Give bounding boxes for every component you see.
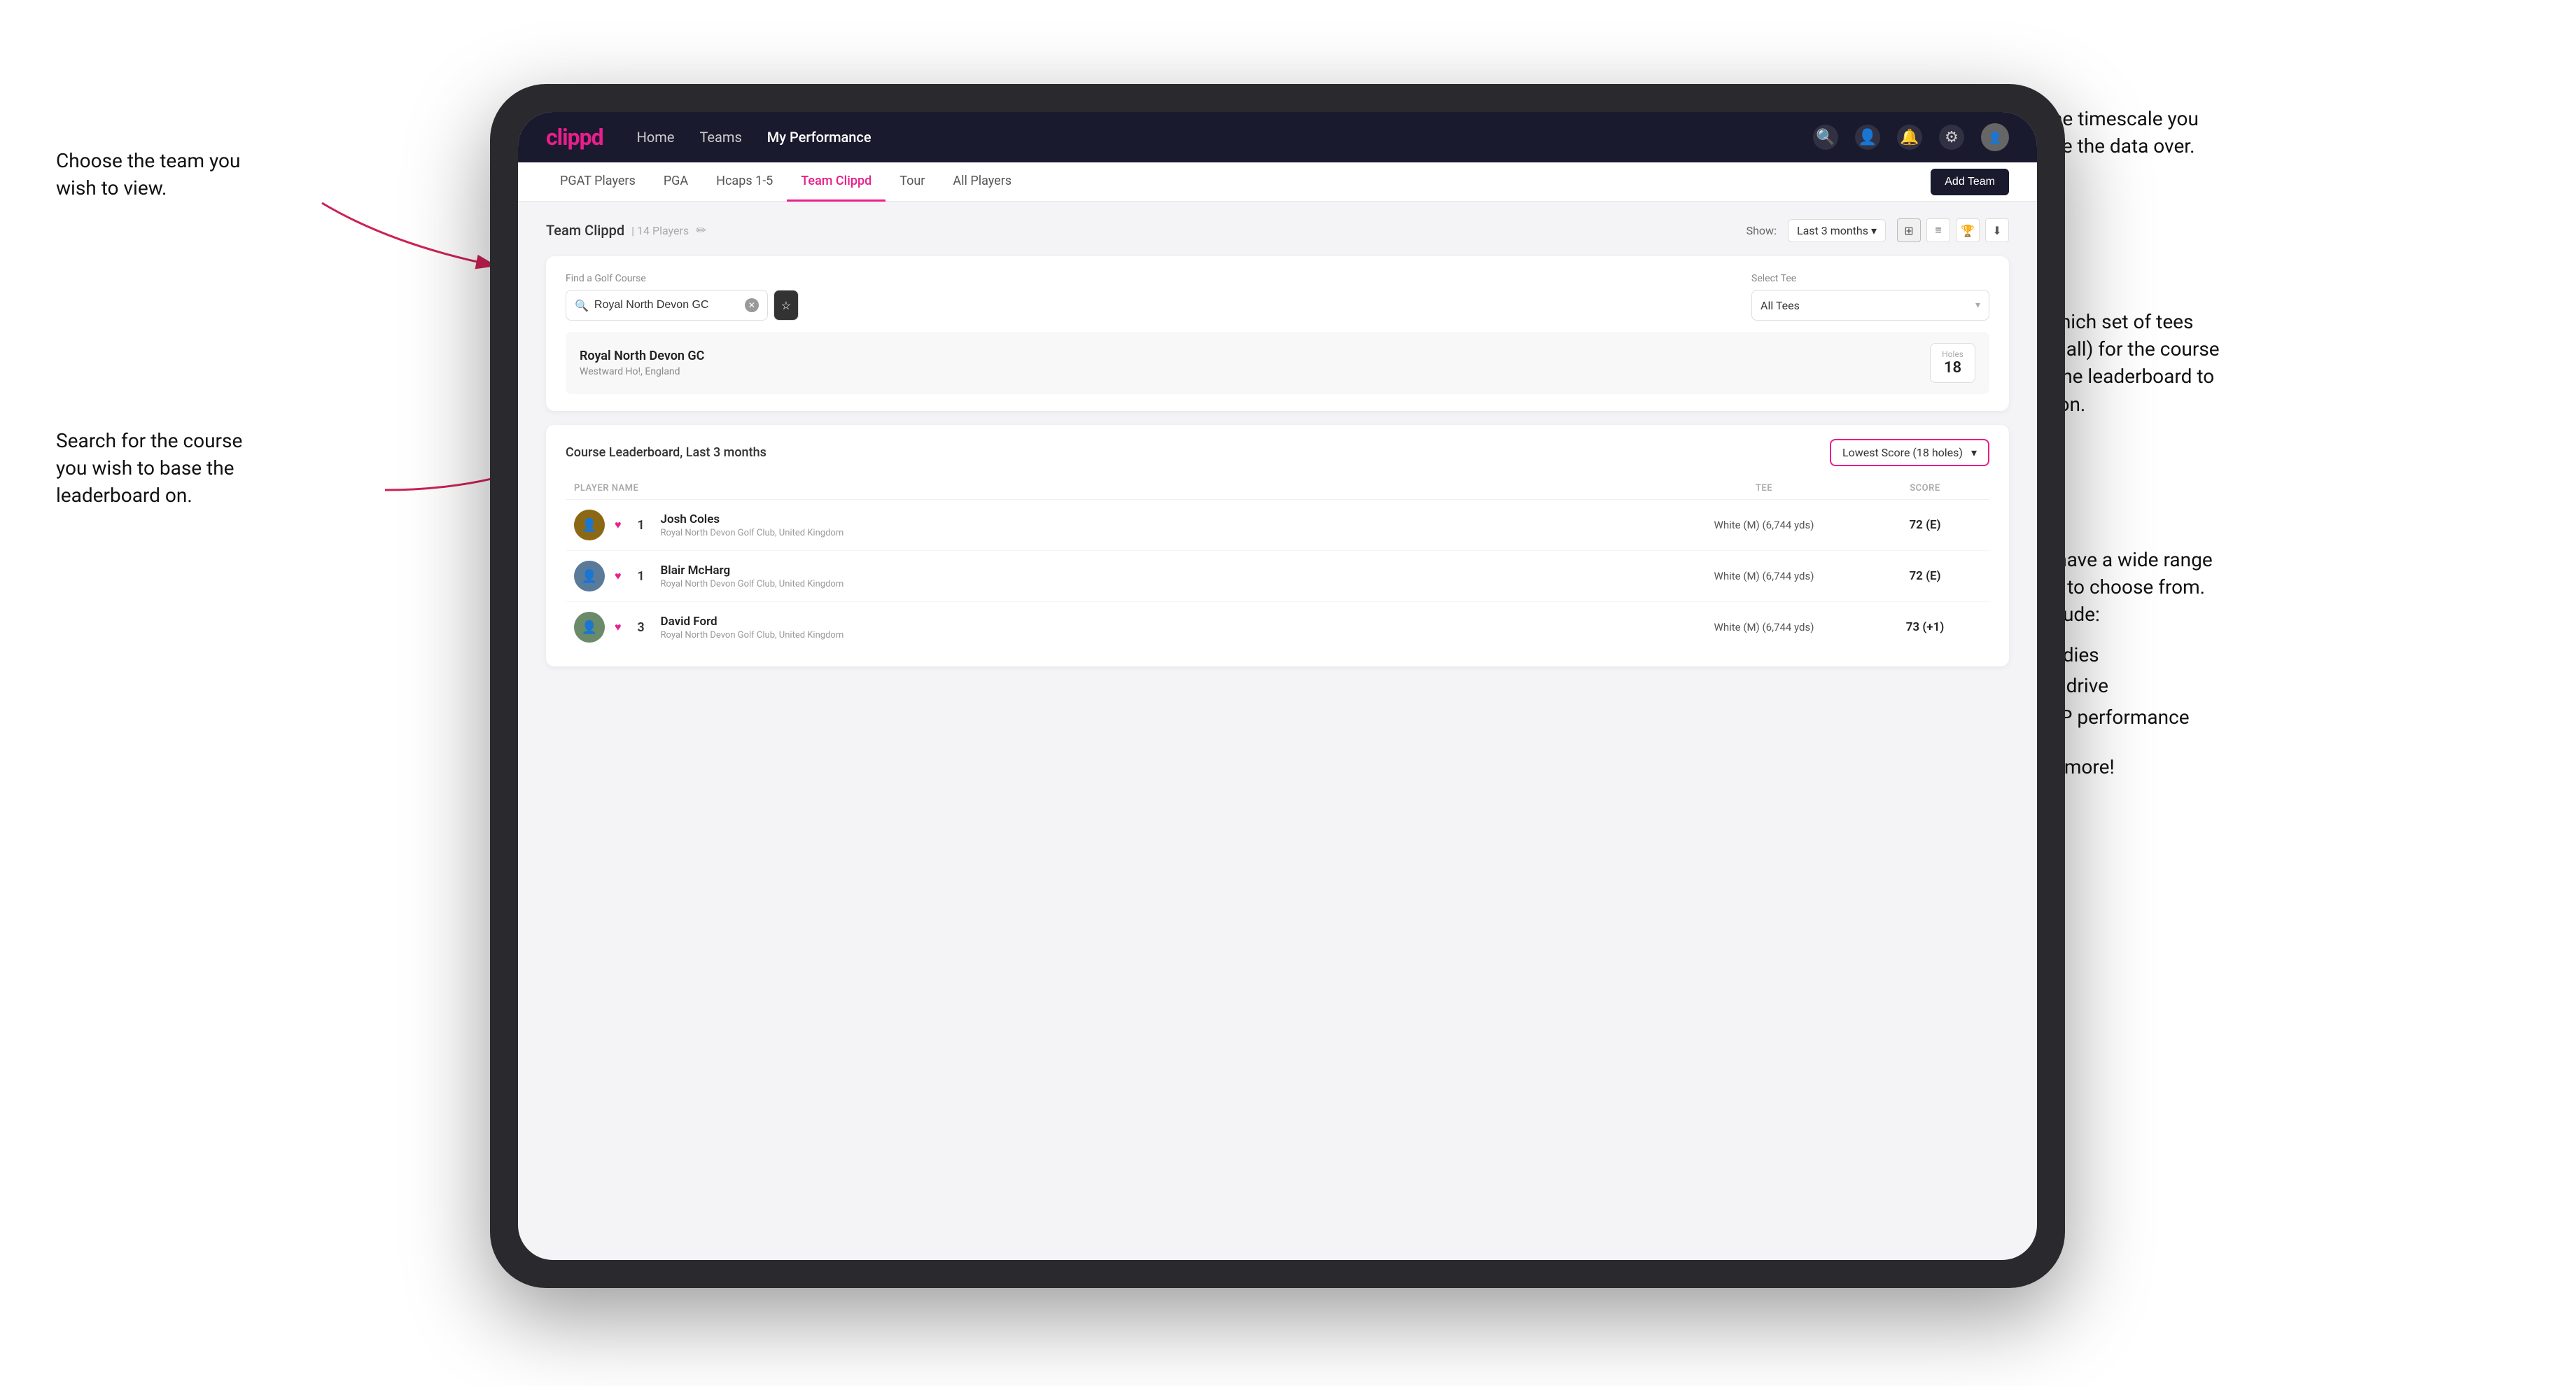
col-tee-header: TEE xyxy=(1659,483,1869,493)
score-info: 72 (E) xyxy=(1869,569,1981,583)
leaderboard-title: Course Leaderboard, Last 3 months xyxy=(566,445,766,460)
subnav-pgat[interactable]: PGAT Players xyxy=(546,162,650,202)
subnav: PGAT Players PGA Hcaps 1-5 Team Clippd T… xyxy=(518,162,2037,202)
avatar: 👤 xyxy=(574,612,605,643)
player-info: 👤 ♥ 3 David Ford Royal North Devon Golf … xyxy=(574,612,1659,643)
tee-value: All Tees xyxy=(1760,299,1800,312)
tablet-device: clippd Home Teams My Performance 🔍 👤 🔔 ⚙… xyxy=(490,84,2065,1288)
find-course-col: Find a Golf Course 🔍 ✕ ☆ xyxy=(566,273,1735,321)
subnav-team-clippd[interactable]: Team Clippd xyxy=(787,162,886,202)
tee-info: White (M) (6,744 yds) xyxy=(1659,621,1869,634)
player-club: Royal North Devon Golf Club, United King… xyxy=(661,579,844,589)
player-club: Royal North Devon Golf Club, United King… xyxy=(661,528,844,538)
score-type-chevron: ▾ xyxy=(1971,446,1977,459)
nav-teams[interactable]: Teams xyxy=(699,129,741,146)
nav-my-performance[interactable]: My Performance xyxy=(767,129,872,146)
player-name: Josh Coles xyxy=(661,512,844,526)
nav-home[interactable]: Home xyxy=(637,129,675,146)
course-search-input[interactable] xyxy=(594,299,739,312)
trophy-view-button[interactable]: 🏆 xyxy=(1956,218,1980,242)
avatar: 👤 xyxy=(574,510,605,540)
holes-label: Holes xyxy=(1942,349,1963,359)
tee-info: White (M) (6,744 yds) xyxy=(1659,570,1869,582)
navbar: clippd Home Teams My Performance 🔍 👤 🔔 ⚙… xyxy=(518,112,2037,162)
player-rank: 1 xyxy=(631,569,651,584)
table-row: 👤 ♥ 3 David Ford Royal North Devon Golf … xyxy=(566,602,1989,652)
leaderboard-header: Course Leaderboard, Last 3 months Lowest… xyxy=(566,439,1989,466)
team-name-text: Team Clippd xyxy=(546,222,624,239)
favorite-course-button[interactable]: ☆ xyxy=(774,290,799,321)
nav-icons: 🔍 👤 🔔 ⚙ 👤 xyxy=(1813,123,2009,151)
player-rank: 1 xyxy=(631,518,651,533)
course-search-input-wrap[interactable]: 🔍 ✕ xyxy=(566,290,768,321)
score-info: 72 (E) xyxy=(1869,518,1981,532)
player-club: Royal North Devon Golf Club, United King… xyxy=(661,630,844,640)
heart-icon[interactable]: ♥ xyxy=(615,518,622,532)
settings-icon[interactable]: ⚙ xyxy=(1939,125,1964,150)
table-row: 👤 ♥ 1 Blair McHarg Royal North Devon Gol… xyxy=(566,551,1989,602)
tee-chevron-icon: ▾ xyxy=(1975,300,1980,311)
score-type-select[interactable]: Lowest Score (18 holes) ▾ xyxy=(1830,439,1989,466)
annotation-bottom-left: Search for the course you wish to base t… xyxy=(56,427,242,510)
search-glass-icon: 🔍 xyxy=(575,299,589,312)
tee-select[interactable]: All Tees ▾ xyxy=(1751,290,1989,321)
team-controls: Show: Last 3 months ▾ ⊞ ≡ 🏆 ⬇ xyxy=(1746,218,2009,242)
user-avatar[interactable]: 👤 xyxy=(1981,123,2009,151)
subnav-pga[interactable]: PGA xyxy=(650,162,702,202)
course-result-location: Westward Ho!, England xyxy=(580,366,704,377)
col-score-header: SCORE xyxy=(1869,483,1981,493)
nav-links: Home Teams My Performance xyxy=(637,129,1779,146)
player-rank: 3 xyxy=(631,620,651,635)
player-info: 👤 ♥ 1 Josh Coles Royal North Devon Golf … xyxy=(574,510,1659,540)
download-button[interactable]: ⬇ xyxy=(1985,218,2009,242)
team-header: Team Clippd | 14 Players ✏ Show: Last 3 … xyxy=(546,218,2009,242)
annotation-top-left: Choose the team you wish to view. xyxy=(56,147,240,202)
score-info: 73 (+1) xyxy=(1869,620,1981,634)
show-label: Show: xyxy=(1746,224,1777,237)
app-logo: clippd xyxy=(546,124,603,150)
leaderboard-card: Course Leaderboard, Last 3 months Lowest… xyxy=(546,425,2009,666)
holes-value: 18 xyxy=(1942,359,1963,377)
score-type-value: Lowest Score (18 holes) xyxy=(1842,446,1963,459)
table-row: 👤 ♥ 1 Josh Coles Royal North Devon Golf … xyxy=(566,500,1989,551)
avatar: 👤 xyxy=(574,561,605,592)
player-name: Blair McHarg xyxy=(661,564,844,578)
course-search-card: Find a Golf Course 🔍 ✕ ☆ Select Tee xyxy=(546,256,2009,411)
grid-view-button[interactable]: ⊞ xyxy=(1897,218,1921,242)
tee-info: White (M) (6,744 yds) xyxy=(1659,519,1869,531)
col-player-header: PLAYER NAME xyxy=(574,483,1659,493)
search-icon[interactable]: 🔍 xyxy=(1813,125,1838,150)
leaderboard-columns: PLAYER NAME TEE SCORE xyxy=(566,477,1989,500)
tablet-screen: clippd Home Teams My Performance 🔍 👤 🔔 ⚙… xyxy=(518,112,2037,1260)
main-content: Team Clippd | 14 Players ✏ Show: Last 3 … xyxy=(518,202,2037,683)
search-row: Find a Golf Course 🔍 ✕ ☆ Select Tee xyxy=(566,273,1989,321)
clear-search-button[interactable]: ✕ xyxy=(745,298,759,312)
select-tee-label: Select Tee xyxy=(1751,273,1989,284)
users-icon[interactable]: 👤 xyxy=(1855,125,1880,150)
subnav-tour[interactable]: Tour xyxy=(886,162,939,202)
player-count: | 14 Players xyxy=(631,224,689,237)
player-name: David Ford xyxy=(661,615,844,629)
list-view-button[interactable]: ≡ xyxy=(1926,218,1950,242)
add-team-button[interactable]: Add Team xyxy=(1931,169,2009,195)
heart-icon[interactable]: ♥ xyxy=(615,569,622,583)
heart-icon[interactable]: ♥ xyxy=(615,620,622,634)
edit-team-icon[interactable]: ✏ xyxy=(696,223,706,238)
course-holes-box: Holes 18 xyxy=(1930,343,1975,383)
time-range-select[interactable]: Last 3 months ▾ xyxy=(1788,219,1886,242)
notifications-icon[interactable]: 🔔 xyxy=(1897,125,1922,150)
course-result-name: Royal North Devon GC xyxy=(580,349,704,363)
subnav-all-players[interactable]: All Players xyxy=(939,162,1026,202)
find-course-label: Find a Golf Course xyxy=(566,273,1735,284)
course-result-row: Royal North Devon GC Westward Ho!, Engla… xyxy=(566,332,1989,394)
team-title: Team Clippd | 14 Players ✏ xyxy=(546,222,706,239)
subnav-hcaps[interactable]: Hcaps 1-5 xyxy=(702,162,787,202)
player-info: 👤 ♥ 1 Blair McHarg Royal North Devon Gol… xyxy=(574,561,1659,592)
tee-select-col: Select Tee All Tees ▾ xyxy=(1751,273,1989,321)
course-result-info: Royal North Devon GC Westward Ho!, Engla… xyxy=(580,349,704,377)
view-icons: ⊞ ≡ 🏆 ⬇ xyxy=(1897,218,2009,242)
